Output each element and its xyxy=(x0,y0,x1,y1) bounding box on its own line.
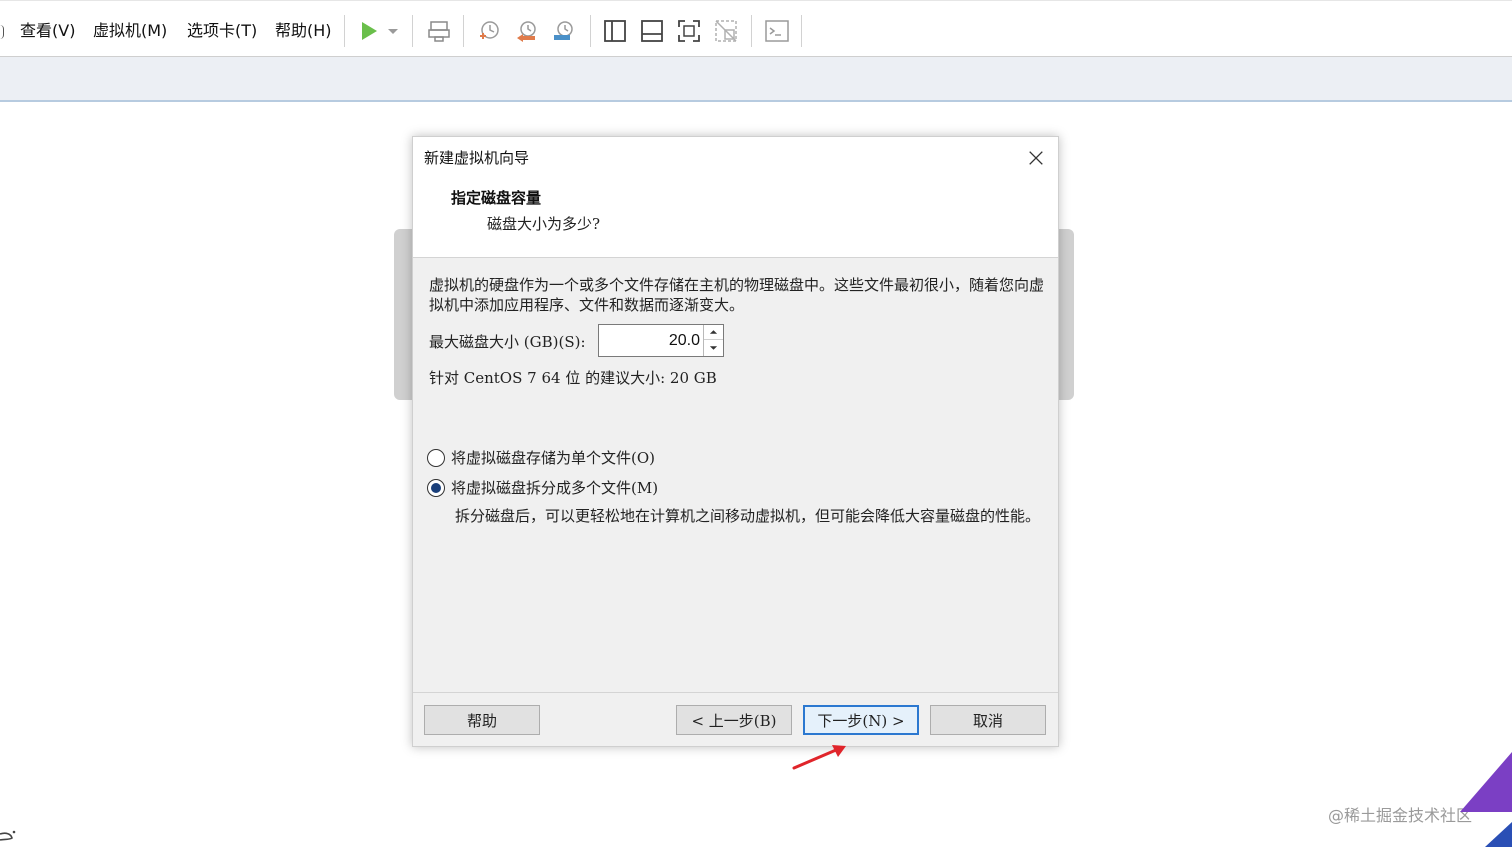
radio-single-file[interactable] xyxy=(427,448,445,467)
close-button[interactable] xyxy=(1023,145,1049,171)
menu-help[interactable]: 帮助(H) xyxy=(275,19,332,43)
option-single-file[interactable]: 将虚拟磁盘存储为单个文件(O) xyxy=(427,447,655,468)
step-title: 指定磁盘容量 xyxy=(451,189,542,207)
disk-size-stepper[interactable] xyxy=(598,324,724,357)
menu-view[interactable]: 查看(V) xyxy=(20,19,75,43)
dialog-title: 新建虚拟机向导 xyxy=(424,149,530,167)
footer-divider xyxy=(413,692,1058,693)
tab-strip xyxy=(0,57,1512,102)
decrement-button[interactable] xyxy=(704,340,723,355)
increment-button[interactable] xyxy=(704,325,723,340)
thumbnail-bar-icon[interactable] xyxy=(638,17,666,45)
radio-selected-dot xyxy=(431,482,441,493)
close-icon xyxy=(1029,151,1043,165)
toolbar-separator xyxy=(463,15,464,47)
spin-buttons xyxy=(703,325,723,356)
step-subtitle: 磁盘大小为多少? xyxy=(487,215,601,233)
menu-vm[interactable]: 虚拟机(M) xyxy=(93,19,167,43)
play-icon[interactable] xyxy=(355,17,383,45)
option-single-file-label: 将虚拟磁盘存储为单个文件(O) xyxy=(451,449,656,467)
next-button[interactable]: 下一步(N) > xyxy=(803,705,919,735)
radio-split-files[interactable] xyxy=(427,478,445,497)
unity-icon[interactable] xyxy=(712,17,740,45)
disk-description: 虚拟机的硬盘作为一个或多个文件存储在主机的物理磁盘中。这些文件最初很小，随着您向… xyxy=(429,276,1045,314)
toolbar-separator xyxy=(344,15,345,47)
chevron-down-icon xyxy=(709,345,718,350)
revert-snapshot-icon[interactable] xyxy=(513,17,541,45)
snapshot-icon[interactable] xyxy=(475,17,503,45)
annotation-arrow-icon xyxy=(792,745,846,770)
disk-size-input[interactable] xyxy=(599,325,703,356)
toolbar-separator xyxy=(751,15,752,47)
option-split-files[interactable]: 将虚拟磁盘拆分成多个文件(M) xyxy=(427,477,658,498)
snapshot-manager-icon[interactable] xyxy=(550,17,578,45)
fullscreen-icon[interactable] xyxy=(675,17,703,45)
toolbar-separator xyxy=(590,15,591,47)
cancel-button[interactable]: 取消 xyxy=(930,705,1046,735)
help-button[interactable]: 帮助 xyxy=(424,705,540,735)
chevron-up-icon xyxy=(709,330,718,334)
back-button[interactable]: < 上一步(B) xyxy=(676,705,792,735)
edge-logo-fragment-icon xyxy=(0,830,16,841)
menu-edge-fragment xyxy=(0,25,4,39)
menu-bar: 查看(V) 虚拟机(M) 选项卡(T) 帮助(H) xyxy=(0,0,1512,57)
sidebar-view-icon[interactable] xyxy=(601,17,629,45)
option-split-files-label: 将虚拟磁盘拆分成多个文件(M) xyxy=(451,479,659,497)
split-disk-note: 拆分磁盘后，可以更轻松地在计算机之间移动虚拟机，但可能会降低大容量磁盘的性能。 xyxy=(455,507,1041,525)
menu-tabs[interactable]: 选项卡(T) xyxy=(187,19,257,43)
toolbar-separator xyxy=(801,15,802,47)
console-icon[interactable] xyxy=(763,17,791,45)
max-disk-size-label: 最大磁盘大小 (GB)(S): xyxy=(429,333,586,351)
toolbar-separator xyxy=(412,15,413,47)
dialog-header: 新建虚拟机向导 指定磁盘容量 磁盘大小为多少? xyxy=(413,137,1058,258)
corner-logo-icon xyxy=(1460,752,1512,847)
recommended-size-text: 针对 CentOS 7 64 位 的建议大小: 20 GB xyxy=(429,369,717,387)
dropdown-chevron-icon[interactable] xyxy=(383,17,403,45)
new-vm-wizard-dialog: 新建虚拟机向导 指定磁盘容量 磁盘大小为多少? 虚拟机的硬盘作为一个或多个文件存… xyxy=(412,136,1059,747)
send-keys-icon[interactable] xyxy=(425,17,453,45)
